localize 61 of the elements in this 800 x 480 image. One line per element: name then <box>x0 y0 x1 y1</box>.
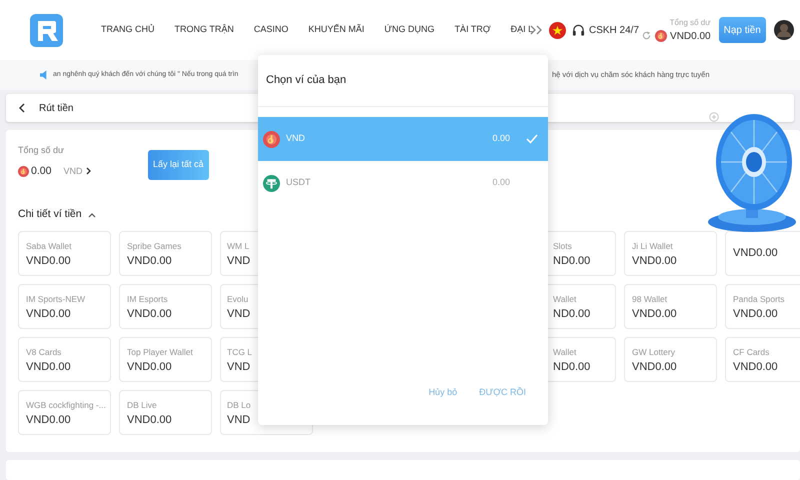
wallet-name: Evolu <box>227 293 250 305</box>
wallet-balance: ND0.00 <box>553 309 592 320</box>
nav-link[interactable]: TRONG TRẬN <box>174 23 234 37</box>
wallet-name: Spribe Games <box>127 240 182 252</box>
option-label: USDT <box>286 176 310 190</box>
wallet-name: WM L <box>227 240 250 252</box>
wallet-name: IM Sports-NEW <box>26 293 86 305</box>
option-amount: 0.00 <box>492 132 510 146</box>
wallet-balance: VND0.00 <box>127 362 173 373</box>
wallet-name: TCG L <box>227 346 254 358</box>
dialog-title: Chọn ví của bạn <box>266 73 346 88</box>
wallet-balance: VND0.00 <box>733 362 779 373</box>
wallet-balance: VND0.00 <box>26 256 72 267</box>
wallet-name: GW Lottery <box>632 346 676 358</box>
wallet-name: Top Player Wallet <box>127 346 194 358</box>
wallet-name: V8 Cards <box>26 346 62 358</box>
wallet-balance: VND0.00 <box>127 309 173 320</box>
wallet-name: Ji Li Wallet <box>632 240 674 252</box>
page-title: Rút tiền <box>39 102 74 116</box>
wallet-name: Wallet <box>553 346 578 358</box>
wallet-balance: VND0.00 <box>632 309 678 320</box>
support-label[interactable]: CSKH 24/7 <box>589 22 640 38</box>
nav-link[interactable]: CASINO <box>254 23 288 37</box>
wallet-name: CF Cards <box>733 346 770 358</box>
wallet-balance: VND0.00 <box>26 362 72 373</box>
wallet-name: IM Esports <box>127 293 169 305</box>
nav-link[interactable]: TÀI TRỢ <box>454 23 491 37</box>
option-label: VND <box>286 132 306 146</box>
wallet-balance: VND <box>227 415 252 426</box>
wallet-balance: VND0.00 <box>632 256 678 267</box>
wallet-balance: VND <box>227 309 252 320</box>
wallet-balance: ND0.00 <box>553 362 592 373</box>
wallet-balance: VND0.00 <box>733 248 779 259</box>
wallet-name: Wallet <box>553 293 578 305</box>
nav-link[interactable]: ĐẠI L <box>510 23 534 37</box>
total-label: Tổng số dư <box>18 144 66 157</box>
wallet-name: Saba Wallet <box>26 240 73 252</box>
nav-link[interactable]: ỨNG DỤNG <box>384 23 435 37</box>
currency-label: VND <box>63 164 82 178</box>
wallet-balance: VND0.00 <box>127 415 173 426</box>
wallet-name: 98 Wallet <box>632 293 668 305</box>
wallet-balance: VND0.00 <box>632 362 678 373</box>
wallet-balance: VND <box>227 256 252 267</box>
wallet-balance: ND0.00 <box>553 256 592 267</box>
nav-link[interactable]: TRANG CHỦ <box>101 23 154 37</box>
balance-amount: VND0.00 <box>670 30 711 44</box>
wallet-name: Panda Sports <box>733 293 786 305</box>
wallet-balance: VND0.00 <box>26 309 72 320</box>
wallet-name: WGB cockfighting -... <box>26 399 107 411</box>
wallet-balance: VND0.00 <box>26 415 72 426</box>
nav-link[interactable]: KHUYẾN MÃI <box>308 23 364 37</box>
wallet-name: DB Lo <box>227 399 252 411</box>
wallet-balance: VND <box>227 362 252 373</box>
wallet-name: DB Live <box>127 399 158 411</box>
option-amount: 0.00 <box>492 176 510 190</box>
total-amount: 0.00 <box>31 164 52 178</box>
section-title: Chi tiết ví tiền <box>18 207 82 222</box>
wallet-balance: VND0.00 <box>127 256 173 267</box>
balance-label: Tổng số dư <box>670 16 711 28</box>
wallet-balance: VND0.00 <box>733 309 779 320</box>
wallet-name: Slots <box>553 240 573 252</box>
